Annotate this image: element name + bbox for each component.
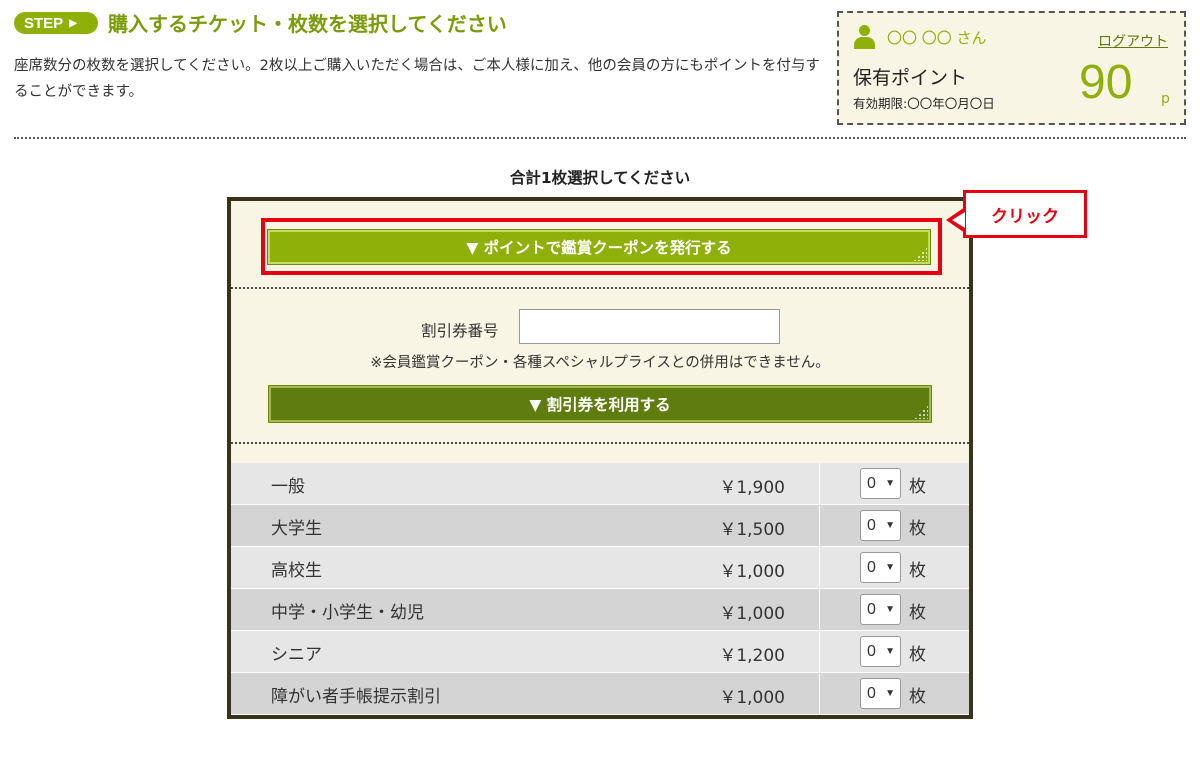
triangle-down-icon: ▼ — [885, 646, 895, 657]
ticket-row: 中学・小学生・幼児 ￥1,000 0 ▼ 枚 — [231, 589, 969, 631]
quantity-value: 0 — [867, 558, 876, 576]
triangle-down-icon: ▼ — [885, 604, 895, 615]
ticket-row: 障がい者手帳提示割引 ￥1,000 0 ▼ 枚 — [231, 673, 969, 715]
step-label: STEP — [24, 14, 64, 32]
discount-code-input[interactable] — [519, 309, 780, 344]
quantity-select[interactable]: 0 ▼ — [860, 468, 901, 499]
triangle-down-icon: ▼ — [885, 562, 895, 573]
quantity-select[interactable]: 0 ▼ — [860, 678, 901, 709]
use-discount-button[interactable]: ▼ 割引券を利用する — [268, 385, 932, 423]
points-unit: p — [1161, 91, 1170, 107]
triangle-down-icon: ▼ — [885, 520, 895, 531]
points-expiry: 有効期限:〇〇年〇月〇日 — [853, 96, 995, 111]
ticket-price: ￥1,900 — [719, 478, 785, 498]
click-callout: クリック — [963, 190, 1087, 238]
quantity-value: 0 — [867, 516, 876, 534]
ticket-name: 障がい者手帳提示割引 — [271, 687, 441, 707]
quantity-value: 0 — [867, 474, 876, 492]
user-icon — [853, 25, 875, 49]
quantity-unit: 枚 — [909, 603, 926, 623]
ticket-name: 中学・小学生・幼児 — [271, 603, 424, 623]
ticket-row: 一般 ￥1,900 0 ▼ 枚 — [231, 463, 969, 505]
quantity-unit: 枚 — [909, 645, 926, 665]
ticket-price: ￥1,200 — [719, 646, 785, 666]
page-title: 購入するチケット・枚数を選択してください — [108, 12, 507, 36]
quantity-select[interactable]: 0 ▼ — [860, 510, 901, 541]
panel-divider — [231, 442, 969, 444]
ticket-price: ￥1,000 — [719, 604, 785, 624]
quantity-value: 0 — [867, 642, 876, 660]
quantity-unit: 枚 — [909, 561, 926, 581]
quantity-value: 0 — [867, 600, 876, 618]
quantity-unit: 枚 — [909, 477, 926, 497]
logout-link[interactable]: ログアウト — [1098, 31, 1168, 51]
total-message: 合計1枚選択してください — [509, 169, 691, 187]
quantity-select[interactable]: 0 ▼ — [860, 636, 901, 667]
panel-divider — [231, 287, 969, 289]
ticket-panel: ▼ ポイントで鑑賞クーポンを発行する 割引券番号 ※会員鑑賞クーポン・各種スペシ… — [227, 197, 973, 719]
quantity-select[interactable]: 0 ▼ — [860, 552, 901, 583]
user-name: 〇〇 〇〇 さん — [887, 29, 987, 47]
ticket-name: 大学生 — [271, 519, 322, 539]
intro-text: 座席数分の枚数を選択してください。2枚以上ご購入いただく場合は、ご本人様に加え、… — [14, 58, 820, 100]
triangle-right-icon: ▶ — [69, 17, 77, 29]
triangle-down-icon: ▼ — [885, 688, 895, 699]
ticket-row: 高校生 ￥1,000 0 ▼ 枚 — [231, 547, 969, 589]
ticket-price: ￥1,500 — [719, 520, 785, 540]
ticket-name: 一般 — [271, 477, 305, 497]
quantity-unit: 枚 — [909, 687, 926, 707]
ticket-price: ￥1,000 — [719, 562, 785, 582]
quantity-unit: 枚 — [909, 519, 926, 539]
triangle-down-icon: ▼ — [885, 478, 895, 489]
ticket-row: シニア ￥1,200 0 ▼ 枚 — [231, 631, 969, 673]
section-divider — [14, 137, 1186, 139]
discount-code-label: 割引券番号 — [421, 322, 499, 340]
ticket-name: 高校生 — [271, 561, 322, 581]
step-badge: STEP ▶ — [14, 12, 98, 34]
callout-tail-inner — [952, 212, 965, 228]
ticket-table: 一般 ￥1,900 0 ▼ 枚 大学生 ￥1,500 0 ▼ 枚 高校生 ￥1,00… — [231, 463, 969, 715]
quantity-select[interactable]: 0 ▼ — [860, 594, 901, 625]
ticket-row: 大学生 ￥1,500 0 ▼ 枚 — [231, 505, 969, 547]
quantity-value: 0 — [867, 684, 876, 702]
discount-note: ※会員鑑賞クーポン・各種スペシャルプライスとの併用はできません。 — [370, 355, 830, 371]
ticket-price: ￥1,000 — [719, 688, 785, 708]
points-label: 保有ポイント — [853, 67, 968, 89]
click-highlight-frame — [261, 218, 942, 275]
point-box: 〇〇 〇〇 さん ログアウト 保有ポイント 有効期限:〇〇年〇月〇日 90 p — [837, 11, 1186, 125]
ticket-name: シニア — [271, 645, 322, 665]
points-value: 90 — [1079, 56, 1133, 109]
